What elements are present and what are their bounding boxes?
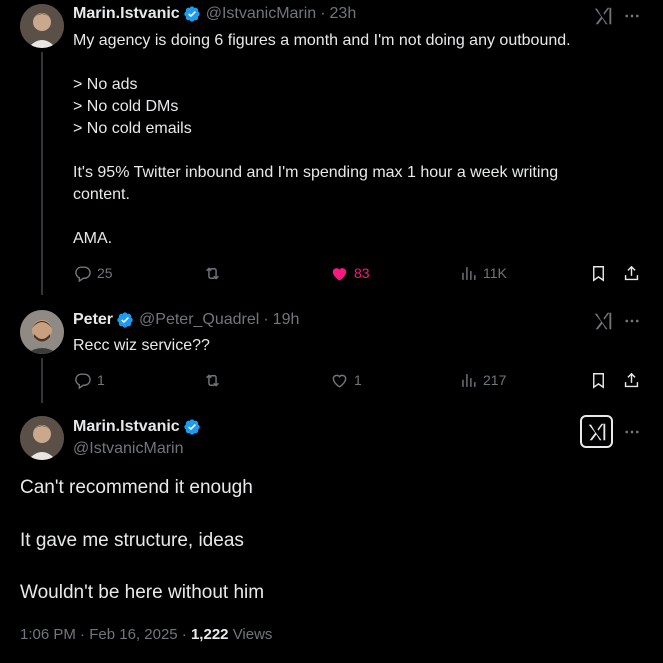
author-name[interactable]: Peter [73,311,113,329]
tweet-line: Wouldn't be here without him [20,582,265,603]
views-count: 1,222 [190,626,229,643]
author-handle[interactable]: @Peter_Quadrel [139,311,259,329]
separator-dot: · [320,5,326,22]
timestamp[interactable]: 23h [330,5,357,23]
bookmark-button[interactable] [589,368,608,392]
views-button[interactable]: 217 [459,368,506,392]
separator-dot: · [181,626,187,643]
more-icon[interactable] [622,311,642,331]
more-icon[interactable] [622,422,642,442]
author-name[interactable]: Marin.Istvanic [73,5,180,23]
like-count: 83 [354,265,370,281]
tweet-line: It's 95% Twitter inbound and I'm spendin… [73,164,559,181]
tweet-line: It gave me structure, ideas [20,530,244,551]
author-handle-row: @IstvanicMarin [73,440,184,458]
bookmark-button[interactable] [589,261,608,285]
avatar[interactable] [20,310,64,354]
tweet-line: My agency is doing 6 figures a month and… [73,32,571,49]
tweet-actions: 1 1 217 [73,368,645,392]
like-icon [332,374,347,388]
views-count: 217 [483,372,507,388]
post-date[interactable]: Feb 16, 2025 [89,626,177,643]
tweet-line: Can't recommend it enough [20,477,253,498]
views-icon [462,373,476,387]
repost-icon [206,266,219,280]
author-handle[interactable]: @IstvanicMarin [73,440,184,458]
reply-count: 1 [97,372,105,388]
tweet-line: > No cold DMs [73,98,179,115]
like-count: 1 [354,372,362,388]
tweet-line: > No ads [73,76,138,93]
views-label: Views [232,626,273,643]
tweet-text: My agency is doing 6 figures a month and… [73,30,571,250]
reply-button[interactable]: 25 [73,261,113,285]
tweet-line: ​ [73,140,571,162]
like-button[interactable]: 83 [330,261,370,285]
tweet-line: AMA. [73,230,113,247]
post-time[interactable]: 1:06 PM [20,626,76,643]
like-icon [332,267,347,281]
verified-badge-icon [184,6,200,22]
avatar[interactable] [20,416,64,460]
share-button[interactable] [622,368,641,392]
grok-icon[interactable] [592,310,614,332]
tweet-line: > No cold emails [73,120,192,137]
thread-line [41,358,43,403]
grok-button[interactable] [580,415,613,448]
tweet-actions: 25 83 11K [73,261,645,285]
like-button[interactable]: 1 [330,368,362,392]
reply-icon [75,372,91,389]
reply-button[interactable]: 1 [73,368,105,392]
views-button[interactable]: 11K [459,261,507,285]
tweet-line: ​ [73,206,571,228]
views-count: 11K [483,265,507,281]
grok-icon[interactable] [592,5,614,27]
bookmark-icon [593,265,604,282]
tweet-header: Marin.Istvanic [73,418,201,436]
thread-line [41,52,43,295]
share-icon [624,265,639,280]
tweet-line: ​ [73,52,571,74]
share-button[interactable] [622,261,641,285]
more-icon[interactable] [622,6,642,26]
reply-icon [75,265,91,282]
tweet-meta: 1:06 PM · Feb 16, 2025 · 1,222 Views [20,626,272,643]
author-name[interactable]: Marin.Istvanic [73,418,180,436]
timestamp[interactable]: 19h [273,311,300,329]
repost-icon [206,373,219,387]
verified-badge-icon [117,312,133,328]
tweet-line: content. [73,186,130,203]
tweet-header: Marin.Istvanic @IstvanicMarin · 23h [73,5,356,23]
repost-button[interactable] [203,368,222,392]
views-icon [462,266,476,280]
bookmark-icon [593,372,604,389]
verified-badge-icon [184,419,200,435]
separator-dot: · [263,311,269,328]
grok-icon [588,423,605,440]
tweet-text: Recc wiz service?? [73,335,210,357]
avatar[interactable] [20,4,64,48]
repost-button[interactable] [203,261,222,285]
tweet-line: Recc wiz service?? [73,337,210,354]
reply-count: 25 [97,265,113,281]
tweet-header: Peter @Peter_Quadrel · 19h [73,311,299,329]
separator-dot: · [80,626,86,643]
share-icon [624,372,639,387]
author-handle[interactable]: @IstvanicMarin [206,5,317,23]
